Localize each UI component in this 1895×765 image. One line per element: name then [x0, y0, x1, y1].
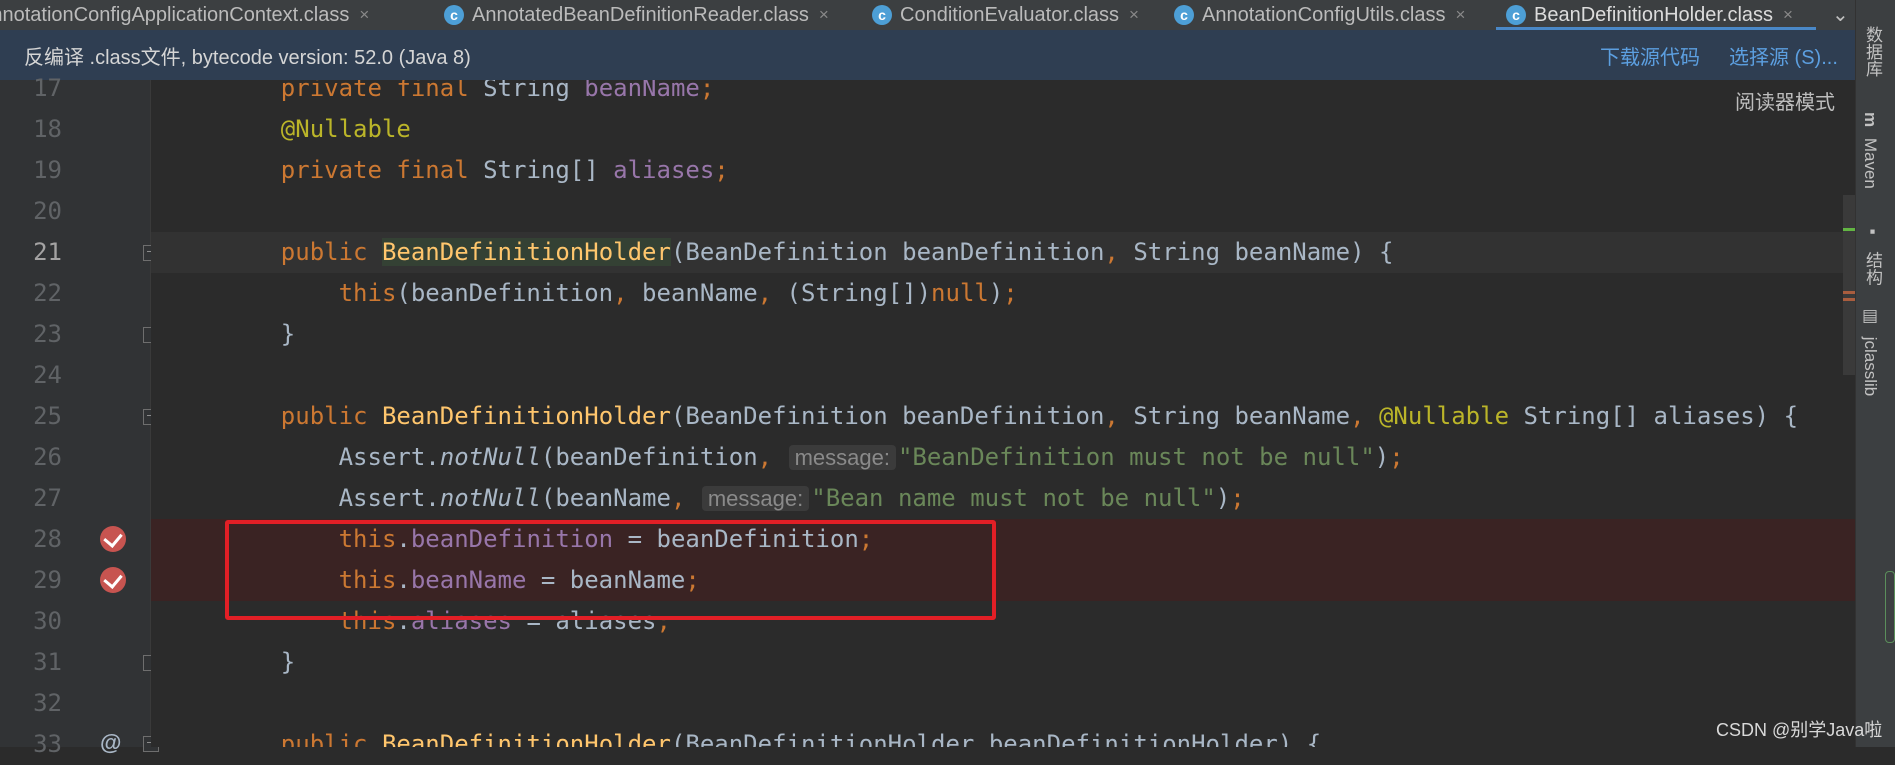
tab-annotated-bean-definition-reader[interactable]: c AnnotatedBeanDefinitionReader.class ×: [444, 0, 829, 30]
code-line-current: public BeanDefinitionHolder(BeanDefiniti…: [151, 232, 1855, 273]
tab-label: AnnotationConfigApplicationContext.class: [0, 3, 350, 26]
line-number: 18: [33, 115, 62, 143]
code-line: private final String[] aliases;: [280, 156, 729, 184]
jclasslib-icon: ▤: [1861, 306, 1880, 326]
tool-window-jclasslib[interactable]: ▤ jclasslib: [1860, 306, 1880, 396]
tool-label: jclasslib: [1861, 336, 1880, 397]
tool-label: 结构: [1863, 251, 1882, 286]
tab-label: AnnotationConfigUtils.class: [1202, 3, 1446, 26]
chevron-down-icon[interactable]: ⌄: [1832, 2, 1849, 27]
code-editor[interactable]: private final String beanName; @Nullable…: [151, 80, 1855, 747]
line-number: 32: [33, 689, 62, 717]
watermark: CSDN @别学Java啦: [1716, 720, 1883, 740]
status-indicator: [1885, 571, 1895, 643]
tool-label: 数据库: [1863, 26, 1882, 77]
editor-tab-bar: AnnotationConfigApplicationContext.class…: [0, 0, 1895, 31]
class-file-icon: c: [444, 5, 464, 25]
line-number: 29: [33, 566, 62, 594]
line-number: 17: [33, 74, 62, 102]
close-icon[interactable]: ×: [819, 5, 829, 25]
editor-scrollbar[interactable]: [1843, 195, 1855, 375]
override-marker-icon[interactable]: @: [100, 730, 121, 756]
line-number: 30: [33, 607, 62, 635]
class-file-icon: c: [872, 5, 892, 25]
choose-source-link[interactable]: 选择源 (S)...: [1729, 41, 1838, 70]
line-number: 26: [33, 443, 62, 471]
structure-icon: ▪: [1863, 222, 1882, 241]
line-number: 24: [33, 361, 62, 389]
tab-bean-definition-holder[interactable]: c BeanDefinitionHolder.class ×: [1506, 0, 1793, 30]
scroll-marker: [1843, 228, 1855, 231]
tab-annotation-config-utils[interactable]: c AnnotationConfigUtils.class ×: [1174, 0, 1465, 30]
string-literal: "Bean name must not be null": [811, 484, 1216, 512]
line-number: 23: [33, 320, 62, 348]
close-icon[interactable]: ×: [1129, 5, 1139, 25]
line-number: 19: [33, 156, 62, 184]
code-line: this(beanDefinition, beanName, (String[]…: [338, 279, 1018, 307]
line-number: 20: [33, 197, 62, 225]
line-number: 31: [33, 648, 62, 676]
banner-text: 反编译 .class文件, bytecode version: 52.0 (Ja…: [24, 46, 471, 69]
code-line: public BeanDefinitionHolder(BeanDefiniti…: [280, 402, 1799, 430]
string-literal: "BeanDefinition must not be null": [897, 443, 1375, 471]
tool-window-structure[interactable]: ▪ 结构: [1860, 222, 1885, 286]
tool-window-maven[interactable]: m Maven: [1860, 112, 1880, 189]
decompiler-banner: 反编译 .class文件, bytecode version: 52.0 (Ja…: [0, 30, 1855, 80]
scroll-marker: [1843, 298, 1855, 301]
line-number: 27: [33, 484, 62, 512]
tab-label: BeanDefinitionHolder.class: [1534, 3, 1774, 26]
breakpoint-icon[interactable]: [100, 567, 126, 593]
highlight-box: [225, 520, 996, 620]
code-line: }: [223, 648, 296, 676]
code-line: @Nullable: [280, 115, 411, 143]
breakpoint-icon[interactable]: [100, 526, 126, 552]
code-line: Assert.notNull(beanDefinition, message: "…: [223, 443, 1404, 471]
line-number-current: 21: [33, 238, 62, 266]
tool-label: Maven: [1861, 137, 1880, 189]
parameter-hint: message:: [788, 445, 896, 470]
code-line: public BeanDefinitionHolder(BeanDefiniti…: [280, 730, 1322, 747]
line-number: 28: [33, 525, 62, 553]
code-line: private final String beanName;: [280, 80, 715, 102]
parameter-hint: message:: [701, 486, 810, 511]
tab-annotation-config-application-context[interactable]: AnnotationConfigApplicationContext.class…: [0, 0, 369, 30]
code-line: Assert.notNull(beanName, message: "Bean n…: [223, 484, 1245, 512]
code-line: }: [223, 320, 296, 348]
close-icon[interactable]: ×: [359, 5, 369, 25]
line-number: 33: [33, 730, 62, 758]
close-icon[interactable]: ×: [1783, 5, 1793, 25]
tab-condition-evaluator[interactable]: c ConditionEvaluator.class ×: [872, 0, 1139, 30]
download-source-link[interactable]: 下载源代码: [1600, 41, 1700, 70]
tool-window-database[interactable]: 数据库: [1860, 26, 1885, 77]
class-file-icon: c: [1506, 5, 1526, 25]
reader-mode-toggle[interactable]: 阅读器模式: [1735, 86, 1835, 115]
maven-icon: m: [1861, 112, 1880, 128]
tab-label: ConditionEvaluator.class: [900, 3, 1120, 26]
scroll-marker: [1843, 291, 1855, 294]
line-number: 22: [33, 279, 62, 307]
class-file-icon: c: [1174, 5, 1194, 25]
line-number: 25: [33, 402, 62, 430]
tab-label: AnnotatedBeanDefinitionReader.class: [472, 3, 809, 26]
close-icon[interactable]: ×: [1455, 5, 1465, 25]
